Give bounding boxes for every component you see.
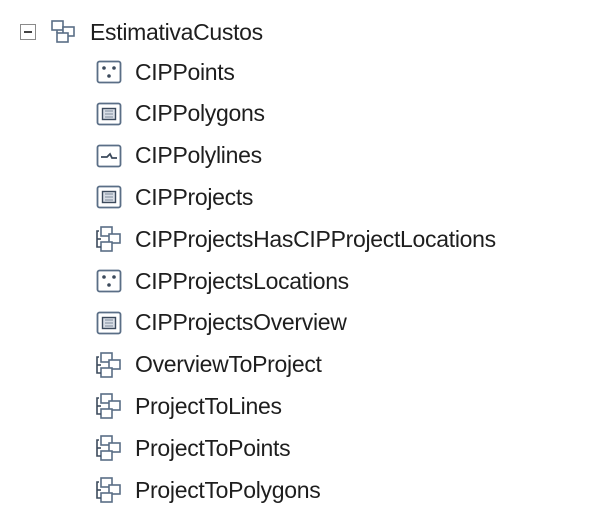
catalog-tree: EstimativaCustos CIPPoints CIPPolygons CIP…	[0, 0, 615, 514]
tree-root-node[interactable]: EstimativaCustos	[20, 14, 263, 50]
tree-item-label: ProjectToPolygons	[135, 476, 321, 503]
point-feature-class-icon	[95, 58, 123, 86]
tree-item[interactable]: ProjectToLines	[95, 388, 282, 424]
tree-item[interactable]: CIPProjectsOverview	[95, 305, 347, 341]
tree-item[interactable]: ProjectToPoints	[95, 430, 291, 466]
tree-item-label: CIPProjectsHasCIPProjectLocations	[135, 225, 496, 252]
tree-root-label: EstimativaCustos	[90, 18, 263, 45]
tree-item[interactable]: CIPPolygons	[95, 96, 265, 132]
polygon-feature-class-icon	[95, 183, 123, 211]
relationship-class-icon	[95, 225, 123, 253]
tree-item-label: CIPProjectsOverview	[135, 309, 347, 336]
tree-item[interactable]: CIPPoints	[95, 54, 235, 90]
polygon-feature-class-icon	[95, 100, 123, 128]
tree-item-label: CIPPoints	[135, 58, 235, 85]
tree-item-label: CIPProjects	[135, 183, 254, 210]
polygon-feature-class-icon	[95, 309, 123, 337]
polyline-feature-class-icon	[95, 142, 123, 170]
tree-item-label: CIPProjectsLocations	[135, 267, 349, 294]
relationship-class-icon	[95, 434, 123, 462]
tree-item-label: CIPPolylines	[135, 142, 262, 169]
relationship-class-icon	[95, 392, 123, 420]
tree-item[interactable]: CIPProjectsLocations	[95, 263, 349, 299]
tree-item[interactable]: CIPPolylines	[95, 138, 262, 174]
feature-dataset-icon	[50, 18, 78, 46]
point-feature-class-icon	[95, 267, 123, 295]
relationship-class-icon	[95, 476, 123, 504]
tree-item[interactable]: CIPProjectsHasCIPProjectLocations	[95, 221, 496, 257]
relationship-class-icon	[95, 351, 123, 379]
collapse-toggle-icon[interactable]	[20, 24, 36, 40]
tree-item-label: ProjectToLines	[135, 392, 282, 419]
tree-item-label: OverviewToProject	[135, 351, 322, 378]
tree-item-label: ProjectToPoints	[135, 434, 291, 461]
tree-item[interactable]: ProjectToPolygons	[95, 472, 321, 508]
tree-item-label: CIPPolygons	[135, 100, 265, 127]
tree-item[interactable]: CIPProjects	[95, 179, 253, 215]
tree-item[interactable]: OverviewToProject	[95, 347, 322, 383]
